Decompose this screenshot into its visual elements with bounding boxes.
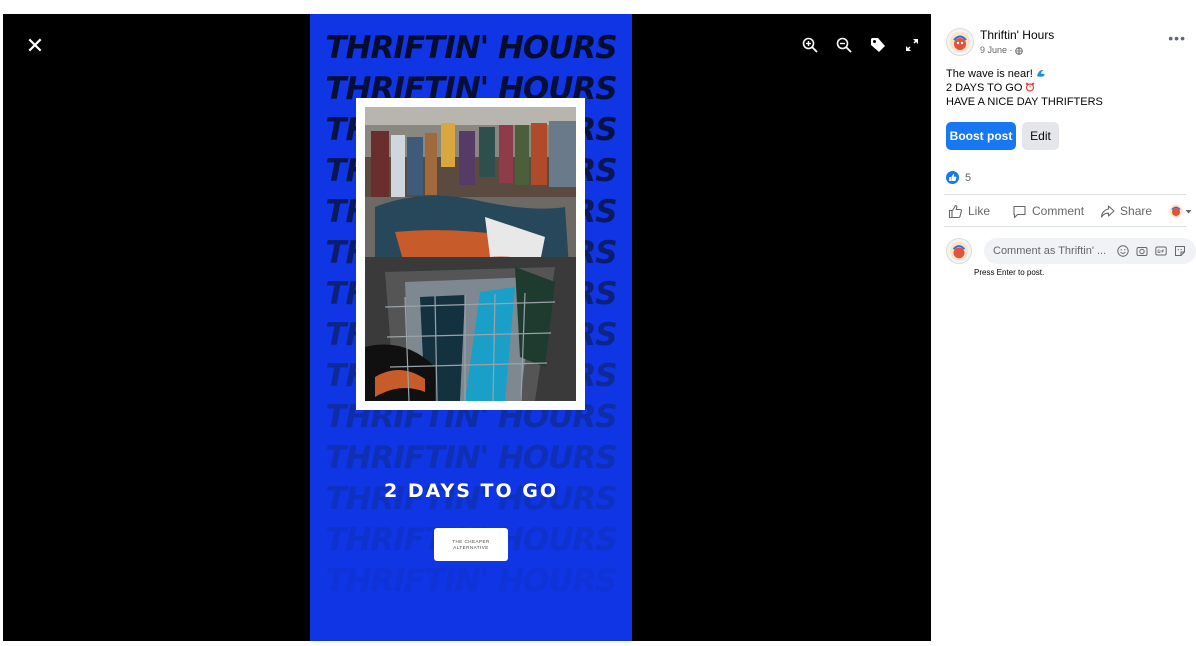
post-text-line: 2 DAYS TO GO <box>946 81 1103 95</box>
like-label: Like <box>968 204 991 218</box>
caret-down-icon <box>1185 209 1192 213</box>
thrift-store-photo <box>365 107 576 401</box>
comment-icon <box>1013 205 1026 218</box>
comment-label: Comment <box>1032 204 1085 218</box>
post-actions: Like Comment Share <box>948 200 1192 222</box>
tagline-badge: THE CHEAPER ALTERNATIVE <box>434 528 508 561</box>
divider <box>944 226 1186 227</box>
zoom-out-icon[interactable] <box>833 34 855 56</box>
post-panel: Thriftin' Hours 9 June · ••• The wave is… <box>934 14 1196 646</box>
commenter-avatar <box>946 238 972 264</box>
share-icon <box>1100 204 1115 218</box>
post-date: 9 June · <box>980 45 1016 55</box>
wave-icon <box>1036 69 1045 77</box>
days-to-go-headline: 2 DAYS TO GO <box>383 480 559 502</box>
more-options-icon[interactable]: ••• <box>1168 30 1186 46</box>
page-avatar[interactable] <box>946 28 974 56</box>
globe-icon <box>1015 46 1023 55</box>
tagline-text: THE CHEAPER ALTERNATIVE <box>452 538 490 550</box>
reactions-summary[interactable]: 5 <box>946 171 971 184</box>
camera-icon[interactable] <box>1134 244 1149 259</box>
like-button[interactable]: Like <box>948 204 990 219</box>
thumbs-up-icon <box>948 204 962 218</box>
alarm-clock-icon <box>1026 82 1035 92</box>
tag-icon[interactable] <box>867 34 889 56</box>
divider <box>944 194 1186 195</box>
repeated-text-line: THRIFTIN' HOURS <box>325 563 617 599</box>
press-enter-hint: Press Enter to post. <box>974 268 1045 277</box>
comment-input[interactable] <box>993 245 1113 257</box>
fullscreen-icon[interactable] <box>901 34 923 56</box>
post-text-line-3: HAVE A NICE DAY THRIFTERS <box>946 96 1103 108</box>
page-name[interactable]: Thriftin' Hours <box>980 28 1054 42</box>
comment-composer <box>946 238 1196 264</box>
post-photo[interactable]: THRIFTIN' HOURS THRIFTIN' HOURS THRIFTIN… <box>310 14 632 641</box>
post-text-line-2: 2 DAYS TO GO <box>946 82 1026 94</box>
photo-frame <box>356 98 585 410</box>
repeated-text-line: THRIFTIN' HOURS <box>325 440 617 476</box>
post-timestamp[interactable]: 9 June · <box>980 45 1023 55</box>
share-button[interactable]: Share <box>1100 204 1152 219</box>
close-icon[interactable]: ✕ <box>23 34 47 58</box>
boost-post-button[interactable]: Boost post <box>946 122 1016 150</box>
post-text: The wave is near! 2 DAYS TO GO HAVE A NI… <box>946 67 1103 109</box>
gif-icon[interactable] <box>1153 244 1168 259</box>
post-as-selector[interactable] <box>1169 204 1192 218</box>
reaction-count: 5 <box>965 171 972 184</box>
photo-viewer: ✕ THRIFTIN' HOURS THRIFTIN' HOURS THRIFT… <box>3 14 931 641</box>
edit-button[interactable]: Edit <box>1022 122 1059 150</box>
post-text-line: The wave is near! <box>946 67 1103 81</box>
comment-box <box>984 238 1196 264</box>
zoom-in-icon[interactable] <box>799 34 821 56</box>
sticker-icon[interactable] <box>1172 244 1187 259</box>
share-label: Share <box>1120 204 1153 218</box>
comment-tools <box>1115 244 1187 259</box>
emoji-icon[interactable] <box>1115 244 1130 259</box>
comment-button[interactable]: Comment <box>1012 204 1084 219</box>
like-reaction-icon <box>946 171 959 184</box>
viewer-toolbar <box>799 34 923 56</box>
page-avatar-small-icon <box>1169 204 1183 218</box>
repeated-text-line: THRIFTIN' HOURS <box>325 30 617 66</box>
post-text-line-1: The wave is near! <box>946 68 1036 80</box>
